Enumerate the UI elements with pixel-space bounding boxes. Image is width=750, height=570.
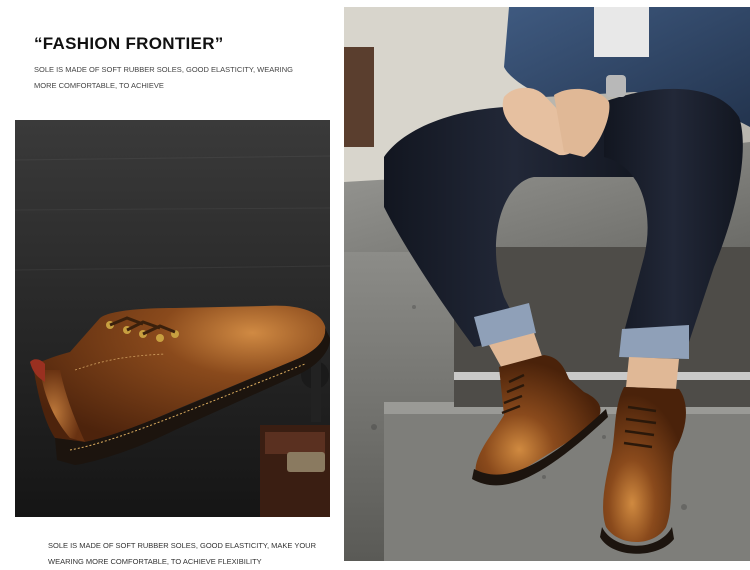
boot-closeup-photo [15,120,330,517]
page-title: “FASHION FRONTIER” [34,34,224,53]
header-description: SOLE IS MADE OF SOFT RUBBER SOLES, GOOD … [34,65,293,90]
footer-description: SOLE IS MADE OF SOFT RUBBER SOLES, GOOD … [48,541,316,566]
model-wearing-boots-photo [344,7,750,561]
